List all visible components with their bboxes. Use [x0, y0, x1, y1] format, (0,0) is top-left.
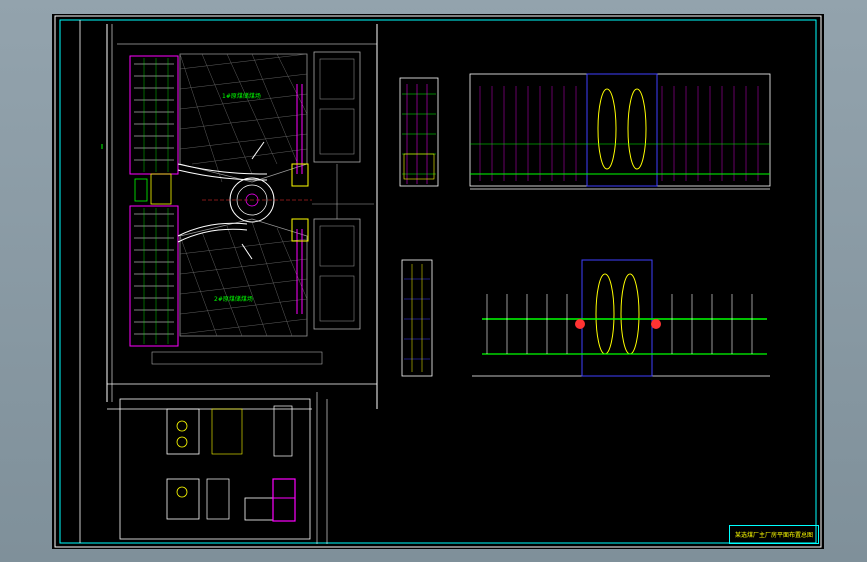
conveyor-belts[interactable]: [177, 84, 309, 314]
section-view-main-bottom[interactable]: [472, 259, 770, 377]
section-view-left-bottom[interactable]: [401, 259, 433, 377]
preparation-plant-building[interactable]: [312, 51, 374, 330]
bottom-service-building: [151, 351, 323, 365]
cad-viewport[interactable]: 1#原煤储煤场 2#原煤储煤场 某选煤厂主厂房平面布置总图: [0, 0, 867, 562]
upper-stockpile-label: 1#原煤储煤场: [222, 92, 261, 100]
left-equipment-bays[interactable]: [129, 55, 179, 347]
section-view-main-top[interactable]: [469, 73, 771, 190]
title-block: 某选煤厂主厂房平面布置总图: [729, 525, 819, 544]
lower-stockpile-label: 2#原煤储煤场: [214, 295, 253, 303]
site-plan[interactable]: 1#原煤储煤场 2#原煤储煤场: [101, 24, 378, 410]
cad-drawing[interactable]: 1#原煤储煤场 2#原煤储煤场: [52, 14, 824, 549]
drawing-sheet[interactable]: 1#原煤储煤场 2#原煤储煤场 某选煤厂主厂房平面布置总图: [52, 14, 824, 549]
lower-stockpile-area[interactable]: [179, 218, 308, 337]
central-silo[interactable]: [202, 177, 312, 223]
section-view-left-top[interactable]: [399, 77, 439, 187]
upper-stockpile-area[interactable]: [179, 53, 308, 183]
equipment-detail-area[interactable]: [119, 392, 328, 544]
